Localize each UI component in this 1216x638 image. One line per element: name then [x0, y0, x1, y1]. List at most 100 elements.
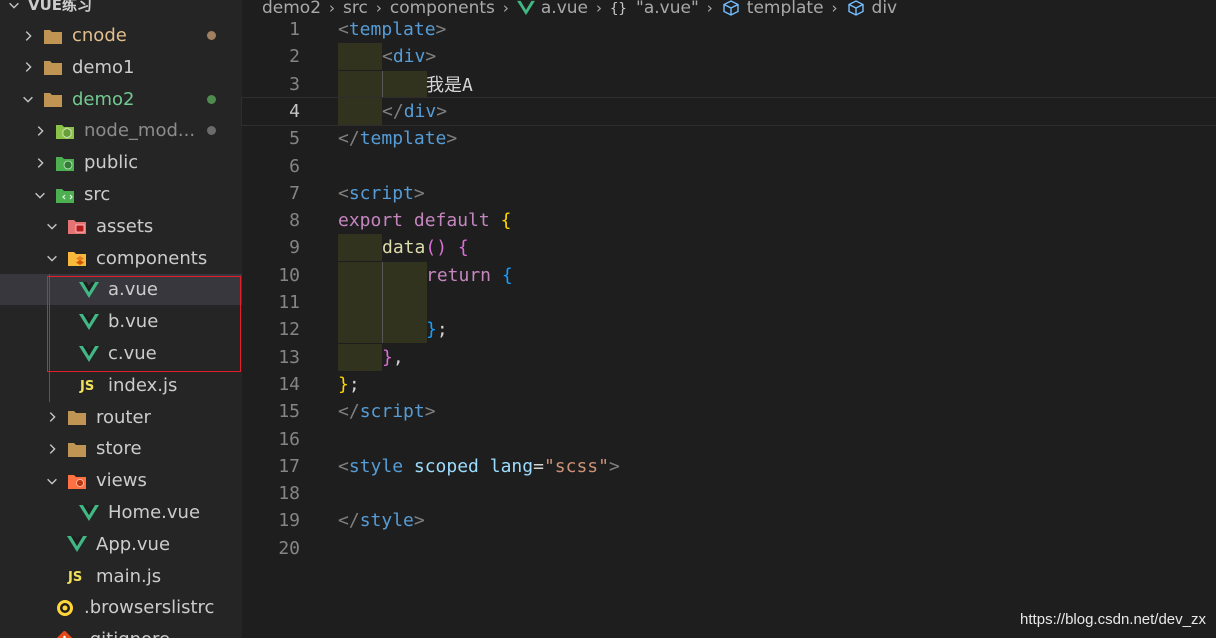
- tree-folder-router[interactable]: router: [0, 402, 242, 433]
- tree-folder-components[interactable]: components: [0, 243, 242, 274]
- code-line[interactable]: 8 export default {: [242, 207, 1216, 234]
- code-token: template: [348, 19, 436, 40]
- code-line[interactable]: 9 data() {: [242, 234, 1216, 262]
- code-text: data() {: [382, 237, 469, 258]
- tree-item-label: App.vue: [96, 533, 171, 555]
- tree-file-home-vue[interactable]: Home.vue: [0, 497, 242, 528]
- tree-folder-src[interactable]: src: [0, 179, 242, 210]
- line-number: 16: [278, 428, 300, 450]
- git-file-icon: [54, 630, 76, 638]
- code-token: export: [338, 210, 404, 232]
- breadcrumb-item[interactable]: components: [390, 0, 495, 16]
- js-file-icon: JS: [66, 566, 88, 586]
- tree-item-label: cnode: [72, 25, 127, 46]
- chevron-right-icon: [44, 409, 60, 425]
- code-line[interactable]: 13},: [242, 343, 1216, 371]
- code-line[interactable]: 7 < script >: [242, 180, 1216, 207]
- tree-folder-assets[interactable]: assets: [0, 211, 242, 242]
- tree-item-label: index.js: [108, 374, 178, 396]
- breadcrumb-item[interactable]: src: [343, 0, 368, 16]
- tree-folder-demo1[interactable]: demo1: [0, 52, 242, 83]
- tree-file-index-js[interactable]: JS index.js: [0, 370, 242, 401]
- code-line[interactable]: 5 </template >: [242, 125, 1216, 152]
- breadcrumb-item[interactable]: demo2: [262, 0, 321, 16]
- indent-guide: [338, 316, 382, 344]
- js-file-icon: JS: [78, 375, 100, 395]
- code-text: },: [382, 347, 404, 368]
- code-line[interactable]: 19 </style >: [242, 507, 1216, 534]
- tree-file-main-js[interactable]: JS main.js: [0, 561, 242, 592]
- code-line[interactable]: 18: [242, 480, 1216, 507]
- code-text: </script >: [338, 401, 436, 422]
- line-number: 3: [289, 73, 300, 95]
- line-number: 7: [289, 182, 300, 204]
- code-editor[interactable]: 1 < template >2 < div >3 我是A 4 </div >5 </template >…: [241, 16, 1216, 638]
- tree-item-label: .gitignore: [84, 629, 170, 638]
- code-line[interactable]: 12};: [242, 316, 1216, 344]
- breadcrumb-item[interactable]: a.vue: [541, 0, 588, 16]
- braces-icon: {}: [610, 0, 630, 16]
- tree-item-label: src: [84, 184, 111, 205]
- code-text: 我是A: [426, 71, 473, 97]
- line-number: 5: [289, 128, 300, 150]
- indent-guide: [338, 70, 382, 98]
- tree-folder-node-mod[interactable]: node_mod...: [0, 115, 242, 146]
- line-number: 11: [278, 292, 300, 313]
- tree-item-label: node_mod...: [84, 120, 196, 142]
- code-token: >: [435, 19, 447, 40]
- code-line[interactable]: 1 < template >: [242, 16, 1216, 43]
- code-line[interactable]: 11: [242, 289, 1216, 316]
- tree-folder-public[interactable]: public: [0, 147, 242, 178]
- tree-file-gitignore[interactable]: .gitignore: [0, 624, 242, 638]
- chevron-right-icon: [20, 28, 36, 44]
- code-line[interactable]: 17 < style scoped lang = "scss" >: [242, 453, 1216, 480]
- code-token: </: [382, 100, 404, 122]
- code-token: </: [338, 128, 360, 150]
- code-line[interactable]: 6: [242, 153, 1216, 180]
- code-token: ;: [348, 373, 360, 395]
- chevron-down-icon: [6, 0, 22, 13]
- breadcrumb-item[interactable]: "a.vue": [636, 0, 699, 16]
- code-line[interactable]: 10 return {: [242, 261, 1216, 289]
- code-token: {: [457, 237, 469, 259]
- tree-folder-demo2[interactable]: demo2: [0, 84, 242, 115]
- code-line[interactable]: 16: [242, 426, 1216, 453]
- svg-text:{}: {}: [610, 1, 627, 16]
- components-folder-icon: [66, 248, 88, 268]
- code-text: < script >: [338, 183, 425, 204]
- tree-folder-views[interactable]: views: [0, 465, 242, 496]
- line-number: 19: [278, 510, 300, 532]
- code-line[interactable]: 4 </div >: [241, 96, 1216, 126]
- code-token: <: [382, 46, 393, 68]
- code-token: {: [501, 264, 513, 286]
- code-line[interactable]: 2 < div >: [242, 43, 1216, 71]
- indent-guide: [338, 261, 382, 289]
- tree-folder-store[interactable]: store: [0, 433, 242, 464]
- breadcrumb-separator-icon: ›: [329, 0, 336, 16]
- code-line[interactable]: 20: [242, 535, 1216, 562]
- code-line[interactable]: 14};: [242, 371, 1216, 398]
- breadcrumb-item[interactable]: div: [872, 0, 898, 16]
- tree-file-browserslistrc[interactable]: .browserslistrc: [0, 592, 242, 623]
- views-folder-icon: [66, 471, 88, 491]
- code-token: >: [436, 100, 448, 122]
- indent-guide: [338, 343, 382, 371]
- breadcrumb-item[interactable]: template: [747, 0, 824, 16]
- code-token: div: [392, 46, 426, 68]
- code-line[interactable]: 3 我是A: [242, 70, 1216, 98]
- line-number: 4: [289, 100, 300, 122]
- explorer-root-title[interactable]: VUE练习: [0, 0, 242, 20]
- tree-folder-cnode[interactable]: cnode: [0, 20, 242, 51]
- code-text: < template >: [338, 19, 446, 40]
- indent-guide: [382, 70, 427, 98]
- code-token: scoped: [413, 455, 479, 477]
- code-line[interactable]: 15 </script >: [242, 398, 1216, 425]
- tree-file-app-vue[interactable]: App.vue: [0, 529, 242, 560]
- code-token: style: [348, 455, 404, 477]
